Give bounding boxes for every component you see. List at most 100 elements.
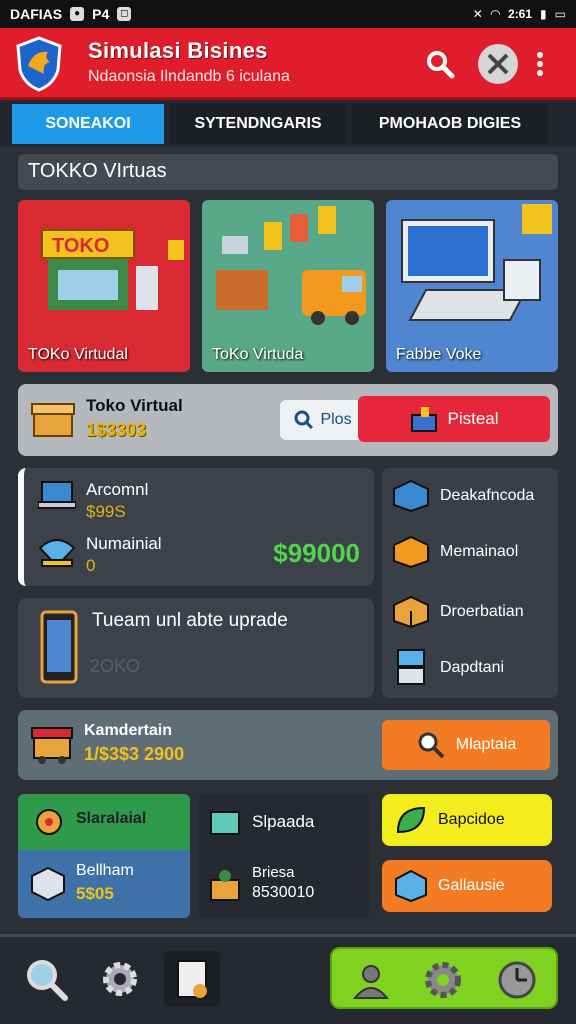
server-stack-icon	[397, 649, 425, 685]
shop-box-icon	[31, 403, 75, 437]
side-item-dapdtani[interactable]: Dapdtani	[392, 646, 552, 690]
blue-box-icon	[393, 479, 429, 513]
mlaptaia-button[interactable]: Mlaptaia	[382, 720, 550, 770]
shell-fan-icon	[38, 539, 76, 568]
stats-panel: Arcomnl $99S Numainial 0 $99000	[18, 468, 374, 586]
delivery-van-icon	[216, 206, 366, 325]
bellham-value: 5$05	[76, 884, 114, 903]
upgrade-subtext: 2OKO	[90, 656, 141, 676]
slpaada-tile[interactable]: Slpaada Briesa 8530010	[198, 794, 370, 918]
slaralaial-label: Slaralaial	[76, 810, 147, 827]
tab-pmohaob-digies[interactable]: PMOHAOB DIGIES	[352, 104, 548, 144]
battery-icon: ▭	[554, 7, 566, 21]
mlaptaia-button-label: Mlaptaia	[455, 736, 517, 753]
teal-crate-icon	[210, 811, 240, 835]
gear-icon	[103, 962, 137, 996]
app-notification-icon: ◻	[117, 7, 132, 21]
search-icon	[418, 732, 445, 759]
tools-icon	[487, 53, 509, 75]
tab-bar: SONEAKOI SYTENDNGARIS PMOHAOB DIGIES	[0, 100, 576, 146]
bapcidoe-label: Bapcidoe	[438, 811, 505, 828]
store-card-1-label: TOKo Virtudal	[28, 346, 128, 363]
store-card-3-label: Fabbe Voke	[396, 346, 482, 363]
total-money: $99000	[273, 538, 360, 568]
upgrade-panel[interactable]: Tueam unl abte uprade 2OKO	[18, 598, 374, 698]
slpaada-title: Slpaada	[252, 812, 315, 831]
kamdertain-row: Kamdertain 1/$3$3 2900 Mlaptaia	[18, 710, 558, 780]
side-menu-list: Deakafncoda Memainaol Droerbatian Dapdta…	[382, 468, 558, 698]
tools-button[interactable]	[478, 44, 518, 84]
gallausie-label: Gallausie	[438, 877, 505, 894]
tab-soneakoi[interactable]: SONEAKOI	[12, 104, 164, 144]
status-left-text: DAFIAS	[10, 6, 63, 22]
search-icon	[27, 960, 68, 1001]
white-box-icon	[31, 866, 65, 902]
gallausie-button[interactable]: Gallausie	[382, 860, 552, 912]
store-value: 1$3303	[86, 420, 147, 440]
status-mid-text: P4	[92, 6, 110, 22]
search-icon	[294, 410, 314, 430]
bellham-tile[interactable]: Bellham 5$05	[18, 850, 190, 918]
tab-sytendngaris[interactable]: SYTENDNGARIS	[170, 104, 346, 144]
plant-box-icon	[210, 870, 240, 901]
side-item-label: Dapdtani	[440, 659, 505, 676]
store-card-1[interactable]: TOKO TOKo Virtudal	[18, 200, 190, 372]
nav-search-button[interactable]	[18, 951, 74, 1007]
signal-icon: ▮	[540, 7, 547, 21]
svg-text:TOKO: TOKO	[52, 235, 109, 257]
laptop-icon	[38, 481, 76, 509]
bapcidoe-button[interactable]: Bapcidoe	[382, 794, 552, 846]
pisteal-button[interactable]: Pisteal	[358, 396, 550, 442]
kamdertain-value: 1/$3$3 2900	[84, 744, 185, 764]
pisteal-button-label: Pisteal	[447, 409, 499, 428]
side-item-label: Deakafncoda	[440, 487, 535, 504]
tools-card-icon	[177, 960, 207, 998]
nav-settings-button[interactable]	[92, 951, 148, 1007]
bottom-navigation	[0, 934, 576, 1024]
plos-button-label: Plos	[320, 411, 352, 428]
bellham-title: Bellham	[76, 862, 134, 879]
section-title: TOKKO VIrtuas	[18, 154, 558, 190]
status-time: 2:61	[508, 7, 533, 21]
profile-button[interactable]	[344, 953, 398, 1007]
side-item-deakafncoda[interactable]: Deakafncoda	[392, 474, 552, 518]
app-header: Simulasi Bisines Ndaonsia Ilndandb 6 icu…	[0, 28, 576, 100]
cube-icon	[395, 869, 427, 903]
store-card-2-label: ToKo Virtuda	[212, 346, 304, 363]
store-card-3[interactable]: Fabbe Voke	[386, 200, 558, 372]
green-settings-button[interactable]	[416, 953, 470, 1007]
notification-icon: ●	[70, 7, 85, 21]
gear-icon	[425, 962, 461, 998]
more-menu-button[interactable]	[528, 44, 552, 84]
briesa-title: Briesa	[252, 864, 295, 881]
store-building-icon: TOKO	[41, 229, 184, 310]
wifi-icon: ◠	[490, 7, 501, 21]
search-button[interactable]	[420, 44, 460, 84]
gift-box-icon	[411, 407, 438, 432]
briesa-value: 8530010	[252, 884, 315, 901]
side-item-droerbatian[interactable]: Droerbatian	[392, 590, 552, 634]
kamdertain-title: Kamdertain	[84, 722, 173, 739]
history-button[interactable]	[490, 953, 544, 1007]
nav-tools-button[interactable]	[164, 951, 220, 1007]
more-vertical-icon	[537, 52, 543, 76]
side-item-memainaol[interactable]: Memainaol	[392, 530, 552, 574]
store-card-2[interactable]: ToKo Virtuda	[202, 200, 374, 372]
upgrade-text: Tueam unl abte uprade	[92, 610, 288, 631]
gear-flower-icon	[36, 809, 62, 835]
search-icon	[427, 51, 455, 79]
leaf-icon	[396, 806, 426, 834]
shield-logo-icon	[16, 36, 62, 92]
stat-1-value: $99S	[86, 502, 126, 521]
stat-2-value: 0	[86, 556, 96, 575]
nav-action-group	[330, 947, 558, 1009]
mute-icon: ✕	[472, 7, 483, 21]
app-subtitle: Ndaonsia Ilndandb 6 iculana	[88, 68, 290, 85]
slaralaial-tile[interactable]: Slaralaial	[18, 794, 190, 850]
store-name: Toko Virtual	[86, 396, 183, 415]
orange-box-icon	[393, 535, 429, 569]
plos-button[interactable]: Plos	[280, 400, 366, 440]
app-title: Simulasi Bisines	[88, 38, 268, 63]
stat-2-label: Numainial	[86, 534, 162, 553]
smartphone-icon	[40, 610, 78, 684]
